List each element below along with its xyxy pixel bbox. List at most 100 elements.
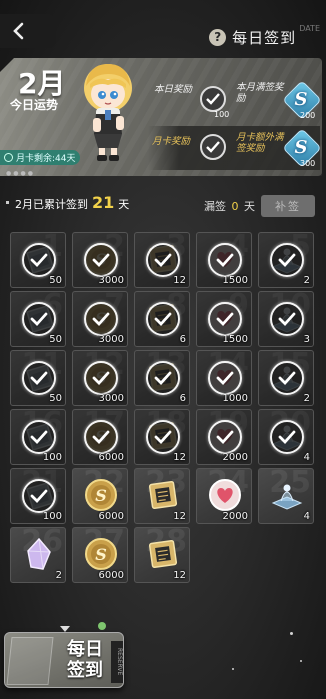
reward-quantity: 2 [55,570,62,581]
check-icon [216,253,234,268]
day-cell-7[interactable]: 7S3000 [72,291,128,347]
claimed-check-icon [84,302,118,336]
monthly-full-reward-label: 本月满签奖励 [236,82,284,104]
chip-icon [143,475,183,515]
fab-label-line1: 每日 [67,639,103,660]
daily-reward-label: 本日奖励 [154,84,193,95]
claimed-check-icon [84,361,118,395]
back-button[interactable] [0,14,56,48]
claimed-check-icon [270,243,304,277]
day-cell-19[interactable]: 192000 [196,409,252,465]
day-cell-22[interactable]: 22S6000 [72,468,128,524]
day-cell-21[interactable]: 21100 [10,468,66,524]
fab-label-line2: 签到 [67,660,103,681]
reward-quantity: 50 [49,334,62,345]
reward-quantity: 1000 [222,393,248,404]
signed-days: 21 [92,193,115,212]
fab-emblem [6,637,54,685]
check-icon [92,430,110,445]
day-cell-18[interactable]: 1812 [134,409,190,465]
reward-quantity: 12 [173,275,186,286]
day-cell-1[interactable]: 1 50 [10,232,66,288]
month-card-extra-count: 300 [300,159,316,168]
check-icon [216,371,234,386]
coin-icon: S [81,475,121,515]
missed-summary: 漏签 0 天 [204,198,255,214]
day-cell-25[interactable]: 25 4 [258,468,314,524]
check-icon [154,430,172,445]
daily-reward-count: 100 [214,110,230,119]
check-icon [154,371,172,386]
fortune-label: 今日运势 [10,98,59,112]
reward-quantity: 6 [179,393,186,404]
check-icon [30,371,48,386]
sparkle [300,660,302,662]
check-icon [206,141,220,153]
question-icon[interactable]: ? [209,28,227,46]
reward-quantity: 1500 [222,275,248,286]
claimed-check-icon [270,361,304,395]
stone-s-glyph: S [294,136,308,158]
check-icon [278,430,296,445]
claimed-check-icon [270,302,304,336]
clock-icon [4,153,13,162]
day-cell-16[interactable]: 16100 [10,409,66,465]
day-cell-9[interactable]: 9 1500 [196,291,252,347]
claimed-check-icon [22,243,56,277]
claimed-check-icon [146,243,180,277]
day-cell-5[interactable]: 52 [258,232,314,288]
reward-quantity: 50 [49,275,62,286]
summary-suffix: 天 [118,198,130,211]
day-cell-3[interactable]: 3 12 [134,232,190,288]
day-cell-12[interactable]: 12S3000 [72,350,128,406]
day-cell-23[interactable]: 2312 [134,468,190,524]
claimed-check-icon [84,420,118,454]
day-cell-20[interactable]: 204 [258,409,314,465]
day-cell-11[interactable]: 1150 [10,350,66,406]
reward-quantity: 2 [303,393,310,404]
reward-rows: 本日奖励 100 本月满签奖励 S 200 月卡奖励 月卡额外满签奖励 S 30… [148,78,322,174]
reward-quantity: 6 [179,334,186,345]
day-cell-10[interactable]: 103 [258,291,314,347]
page-header: ? 每日签到 DATE [209,22,320,52]
hologram-icon [267,475,307,515]
daily-reward-row: 本日奖励 100 本月满签奖励 S 200 [148,78,322,122]
day-cell-24[interactable]: 242000 [196,468,252,524]
reward-quantity: 12 [173,570,186,581]
reward-quantity: 2 [303,275,310,286]
stone-s-glyph: S [294,88,308,110]
coin-icon: S [81,534,121,574]
day-cell-2[interactable]: 2S3000 [72,232,128,288]
day-cell-14[interactable]: 141000 [196,350,252,406]
reward-quantity: 6000 [98,511,124,522]
day-cell-26[interactable]: 262 [10,527,66,583]
day-cell-8[interactable]: 86 [134,291,190,347]
day-cell-28[interactable]: 2812 [134,527,190,583]
claimed-check-icon [22,420,56,454]
day-cell-6[interactable]: 6 50 [10,291,66,347]
claimed-check-icon [208,420,242,454]
day-cell-4[interactable]: 4 1500 [196,232,252,288]
reward-quantity: 6000 [98,570,124,581]
daily-signin-button[interactable]: 每日 签到 RESERVE [4,632,124,688]
claimed-check-icon [146,420,180,454]
sparkle [290,632,293,635]
claimed-check-icon [84,243,118,277]
makeup-signin-button[interactable]: 补签 [261,195,315,217]
claimed-check-icon [270,420,304,454]
claimed-check-icon [208,302,242,336]
reward-quantity: 6000 [98,452,124,463]
day-cell-15[interactable]: 152 [258,350,314,406]
reward-quantity: 1500 [222,334,248,345]
chip-icon [143,534,183,574]
month-card-reward-slot[interactable] [200,134,226,160]
daily-reward-slot[interactable] [200,86,226,112]
day-cell-13[interactable]: 136 [134,350,190,406]
month-card-remaining: 月卡剩余:44天 [16,154,76,164]
reward-quantity: 50 [49,393,62,404]
heart-icon [205,475,245,515]
check-icon [216,430,234,445]
day-cell-27[interactable]: 27S6000 [72,527,128,583]
day-cell-17[interactable]: 17S6000 [72,409,128,465]
check-icon [154,253,172,268]
